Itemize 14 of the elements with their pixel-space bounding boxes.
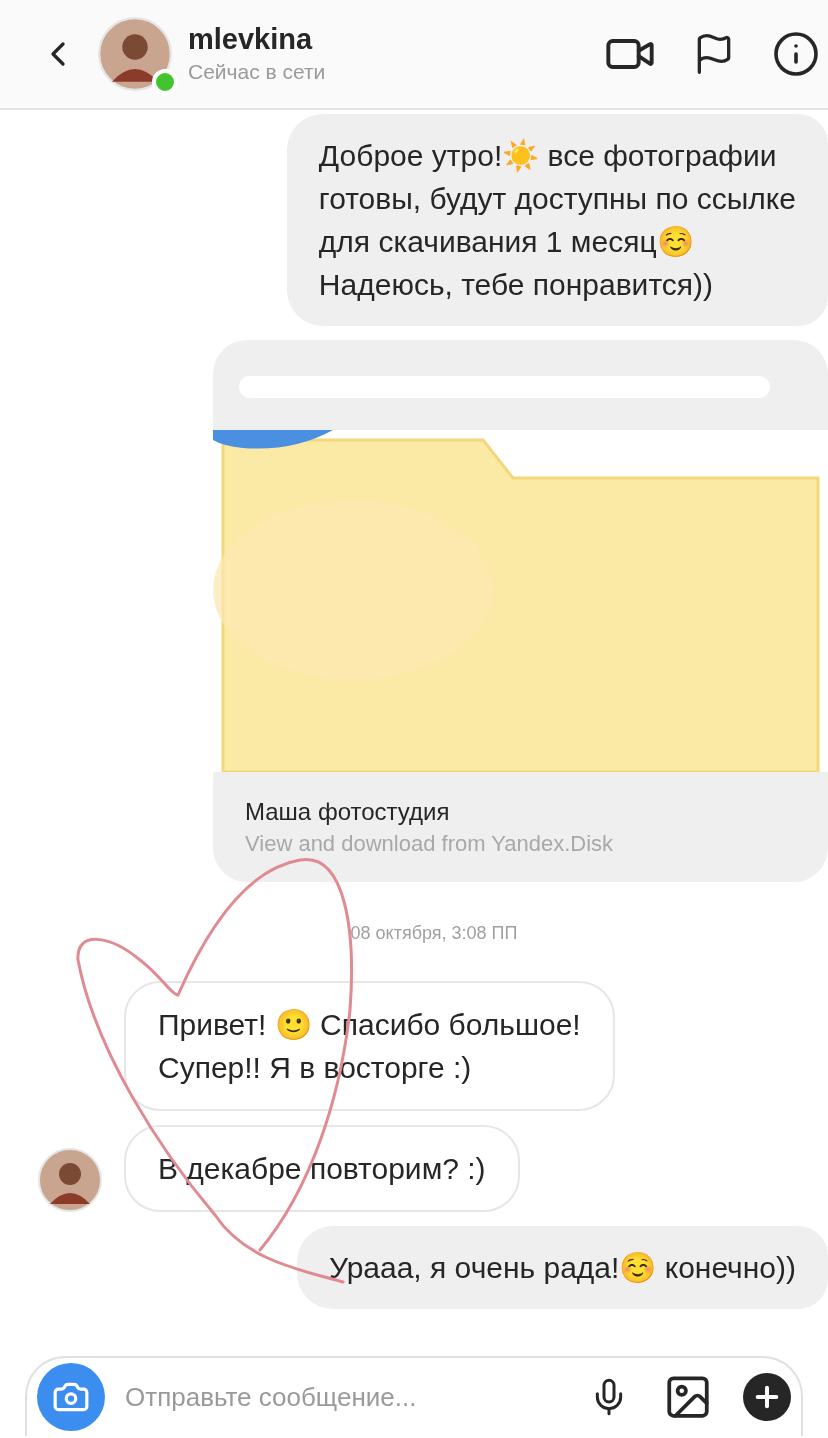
add-button[interactable] bbox=[743, 1373, 791, 1421]
online-status: Сейчас в сети bbox=[188, 59, 326, 85]
message-input[interactable]: Отправьте сообщение... bbox=[125, 1377, 569, 1417]
info-icon[interactable] bbox=[772, 30, 820, 78]
avatar bbox=[38, 1148, 102, 1212]
message-bubble: Доброе утро!☀ все фотографии готовы, будут доступны по ссылке для скачивания 1 месяц☺ Надеюсь, тебе понравится)) bbox=[286, 114, 828, 326]
link-source: View and download from Yandex.Disk bbox=[245, 830, 615, 858]
link-title: Маша фотостудия bbox=[245, 797, 451, 827]
message-composer[interactable]: Отправьте сообщение... bbox=[25, 1356, 803, 1436]
message-bubble: Привет! 🙂 Спасибо большое! Супер!! Я в восторге :) bbox=[124, 981, 615, 1111]
username[interactable]: mlevkina bbox=[188, 21, 326, 57]
timestamp: 08 октября, 3:08 ПП bbox=[350, 922, 518, 945]
message-bubble: Урааа, я очень рада!☺ конечно)) bbox=[296, 1226, 828, 1309]
link-card[interactable]: Маша фотостудия View and download from Yandex.Disk bbox=[213, 340, 828, 882]
